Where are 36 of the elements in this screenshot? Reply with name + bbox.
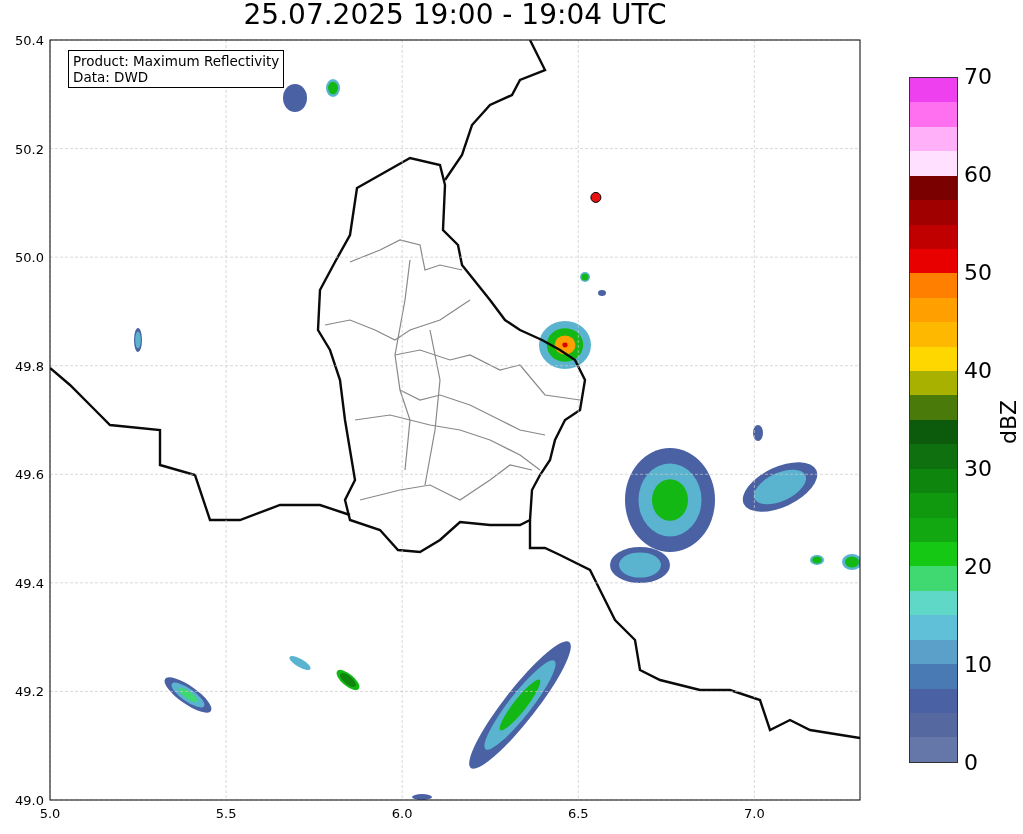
y-tick-label: 49.2 xyxy=(15,684,44,700)
colorbar-label: dBZ xyxy=(996,398,1021,444)
colorbar-tick-label: 50 xyxy=(964,261,992,285)
colorbar-tick-label: 70 xyxy=(964,65,992,89)
info-text: Data: DWD xyxy=(73,69,150,85)
y-tick-label: 50.0 xyxy=(15,250,44,266)
radar-echo xyxy=(164,677,212,713)
colorbar-tick-label: 60 xyxy=(964,163,992,187)
radar-echo xyxy=(842,554,860,570)
colorbar-tick-label: 40 xyxy=(964,359,992,383)
chart-title: 25.07.2025 19:00 - 19:04 UTC xyxy=(242,0,668,30)
y-tick-label: 50.2 xyxy=(15,141,44,157)
x-tick-label: 5.0 xyxy=(39,806,61,821)
radar-echo xyxy=(326,79,340,97)
colorbar-tick-label: 10 xyxy=(964,653,992,677)
radar-echo xyxy=(134,328,142,352)
radar-echo xyxy=(753,425,763,441)
y-tick-label: 50.4 xyxy=(15,33,44,48)
radar-echo xyxy=(412,794,432,800)
radar-echo xyxy=(289,656,311,670)
radar-echo xyxy=(283,84,307,112)
colorbar-tick-label: 0 xyxy=(964,751,979,775)
y-tick-label: 49.6 xyxy=(15,467,44,483)
x-tick-label: 6.0 xyxy=(391,806,413,821)
x-tick-label: 7.0 xyxy=(744,806,765,821)
colorbar-tick-label: 30 xyxy=(964,457,992,481)
info-text: Product: Maximum Reflectivity xyxy=(73,53,280,69)
radar-echo xyxy=(336,669,360,691)
y-tick-label: 49.8 xyxy=(15,358,44,374)
y-tick-label: 49.0 xyxy=(15,793,44,808)
x-tick-label: 6.5 xyxy=(567,806,589,821)
colorbar-tick-label: 20 xyxy=(964,555,992,579)
radar-echo xyxy=(539,321,591,369)
y-tick-label: 49.4 xyxy=(15,575,44,591)
x-tick-label: 5.5 xyxy=(215,806,237,821)
radar-echo xyxy=(810,555,824,565)
